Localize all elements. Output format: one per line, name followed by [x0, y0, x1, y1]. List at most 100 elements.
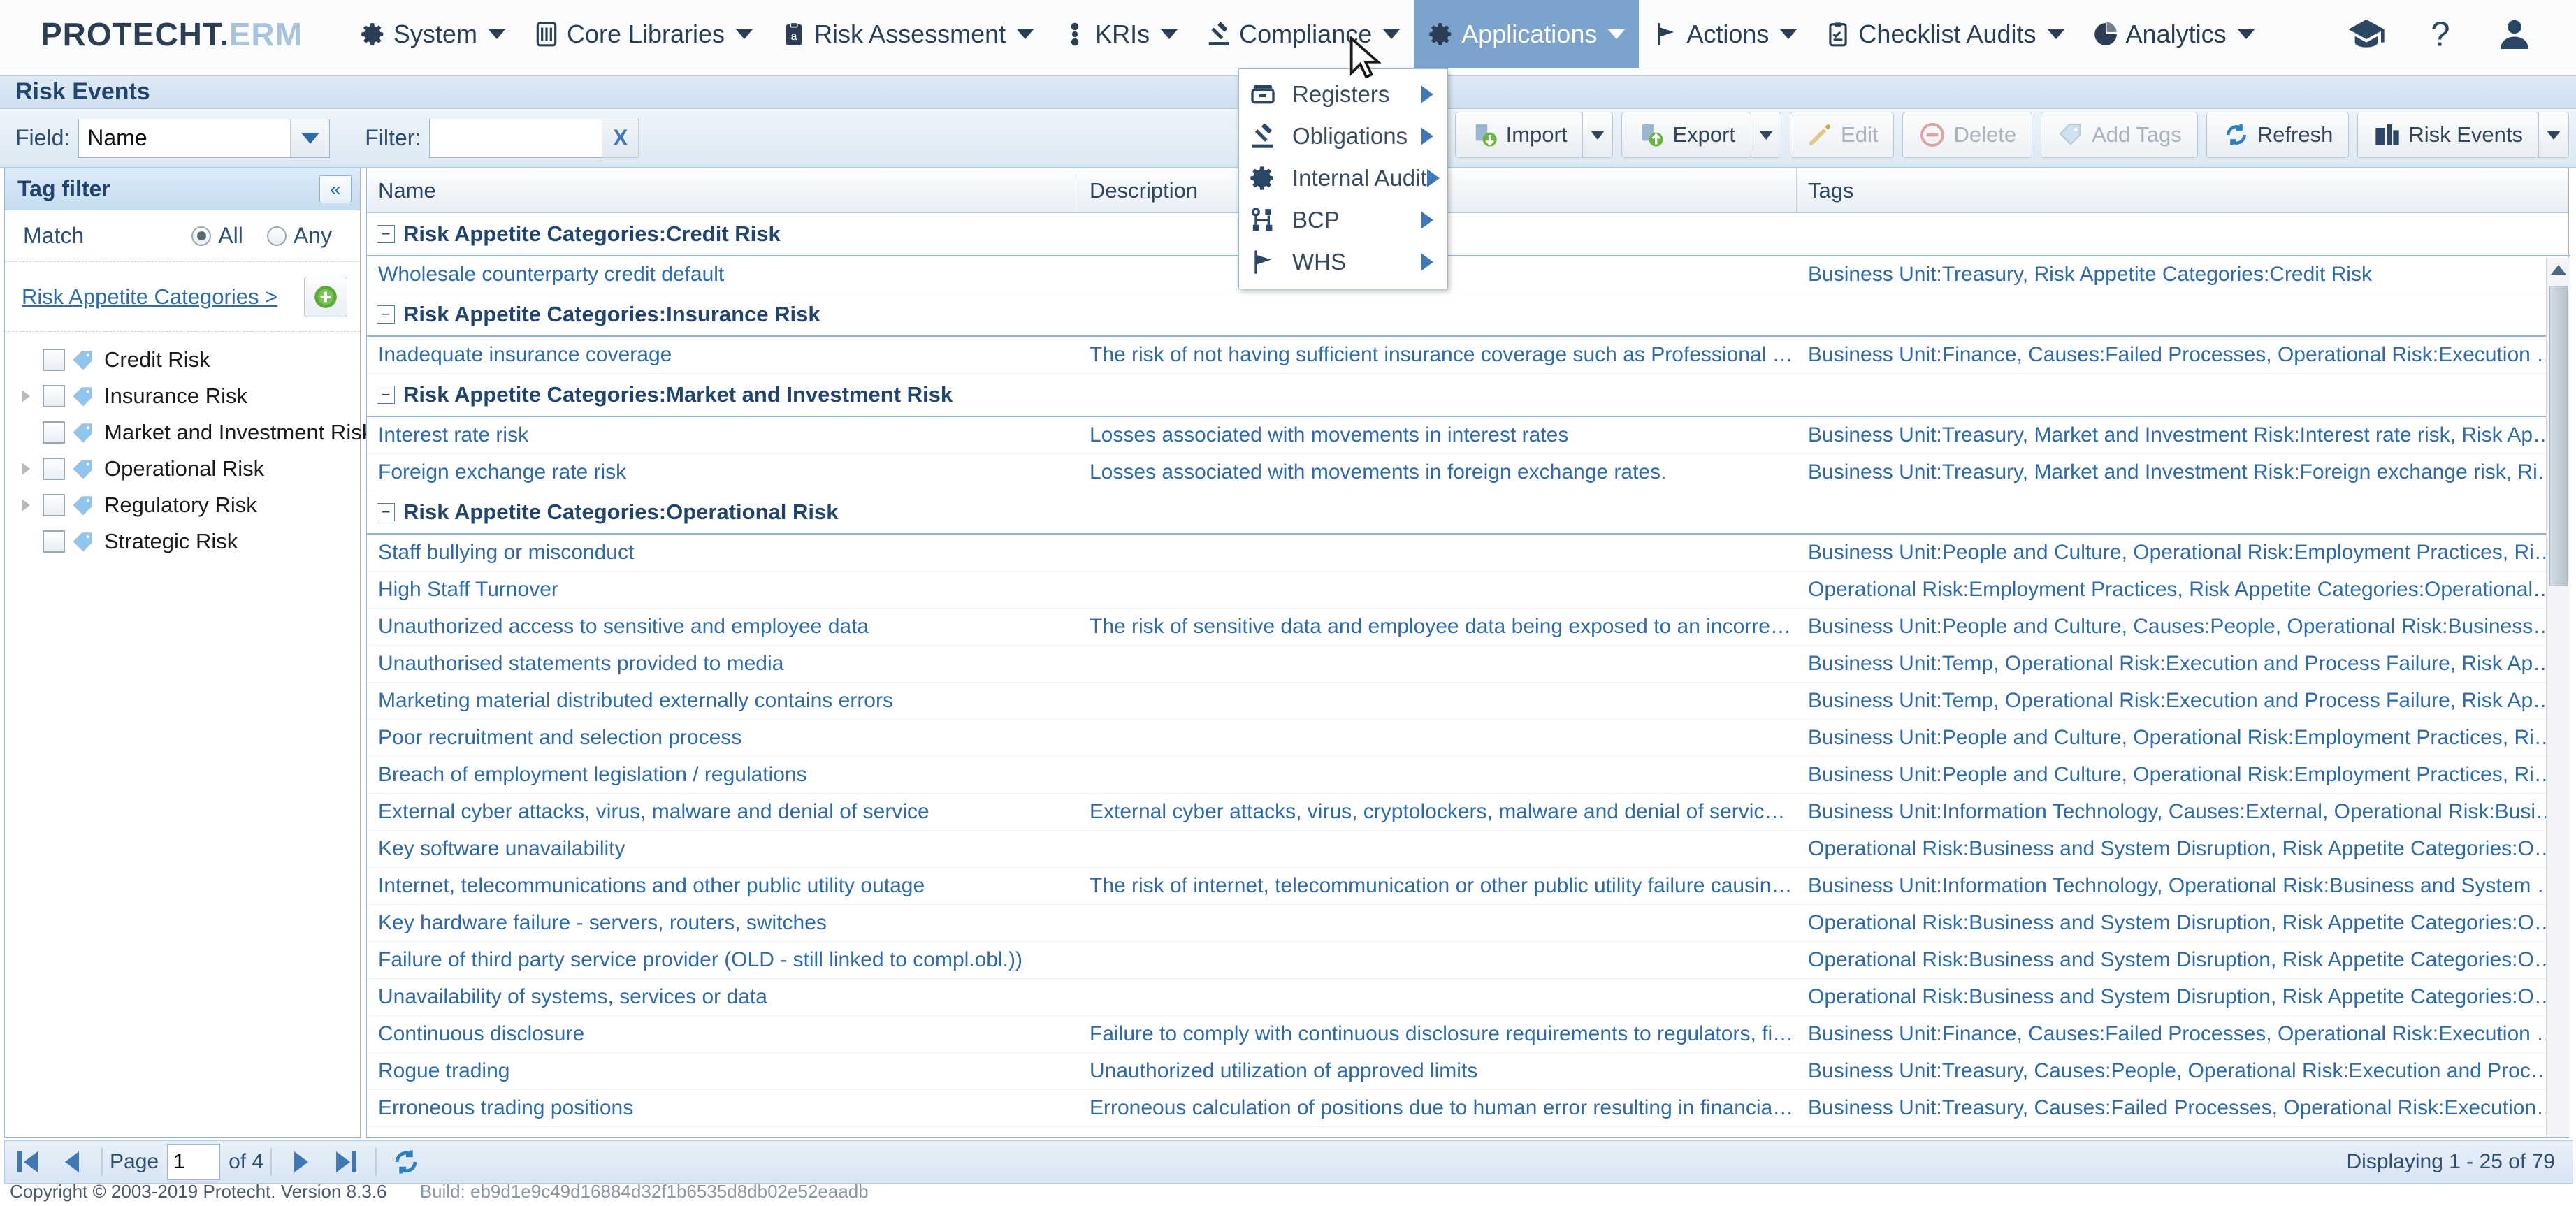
import-button[interactable]: Import	[1454, 112, 1584, 158]
nav-item-analytics[interactable]: Analytics	[2078, 0, 2269, 68]
export-button[interactable]: Export	[1621, 112, 1752, 158]
cell-name[interactable]: Erroneous trading positions	[367, 1096, 1078, 1120]
cell-name[interactable]: Unavailability of systems, services or d…	[367, 985, 1078, 1009]
cell-name[interactable]: Poor recruitment and selection process	[367, 726, 1078, 750]
chevron-down-icon[interactable]	[290, 119, 330, 157]
table-row[interactable]: Interest rate risk Losses associated with…	[367, 417, 2570, 454]
menu-item-registers[interactable]: Registers	[1239, 73, 1447, 115]
table-row[interactable]: Key hardware failure - servers, routers,…	[367, 905, 2570, 942]
table-row[interactable]: Breach of employment legislation / regul…	[367, 757, 2570, 794]
user-icon[interactable]	[2495, 15, 2534, 54]
table-row[interactable]: Unavailability of systems, services or d…	[367, 979, 2570, 1016]
table-row[interactable]: External cyber attacks, virus, malware a…	[367, 794, 2570, 831]
add-tag-button[interactable]	[304, 276, 347, 317]
table-row[interactable]: Key software unavailability Operational R…	[367, 831, 2570, 868]
tag-list-item[interactable]: Strategic Risk	[5, 523, 360, 560]
cell-name[interactable]: Unauthorized access to sensitive and emp…	[367, 615, 1078, 639]
tag-list-item[interactable]: Market and Investment Risk	[5, 414, 372, 451]
tag-list-item[interactable]: Operational Risk	[5, 451, 360, 487]
tag-list-item[interactable]: Regulatory Risk	[5, 487, 360, 523]
table-row[interactable]: Poor recruitment and selection process Bu…	[367, 720, 2570, 757]
cell-name[interactable]: Interest rate risk	[367, 423, 1078, 447]
menu-item-obligations[interactable]: Obligations	[1239, 115, 1447, 157]
tag-checkbox[interactable]	[43, 494, 65, 516]
nav-item-checklist-audits[interactable]: Checklist Audits	[1811, 0, 2078, 68]
cell-name[interactable]: External cyber attacks, virus, malware a…	[367, 800, 1078, 824]
risk-events-view-button[interactable]: Risk Events	[2357, 112, 2539, 158]
grid-group-row[interactable]: − Risk Appetite Categories:Credit Risk	[367, 213, 2570, 256]
collapse-panel-button[interactable]: «	[319, 175, 352, 203]
first-page-button[interactable]	[5, 1142, 50, 1182]
table-row[interactable]: Continuous disclosure Failure to comply w…	[367, 1016, 2570, 1053]
tag-checkbox[interactable]	[43, 458, 65, 480]
nav-item-risk-assessment[interactable]: a Risk Assessment	[767, 0, 1048, 68]
cell-name[interactable]: Breach of employment legislation / regul…	[367, 763, 1078, 787]
scrollbar-thumb[interactable]	[2549, 286, 2568, 586]
cell-name[interactable]: Key software unavailability	[367, 837, 1078, 861]
grid-group-row[interactable]: − Risk Appetite Categories:Market and Inv…	[367, 374, 2570, 417]
cell-name[interactable]: Rogue trading	[367, 1059, 1078, 1083]
scroll-up-arrow-icon[interactable]	[2547, 258, 2570, 282]
expander-icon[interactable]	[22, 458, 43, 479]
table-row[interactable]: Erroneous trading positions Erroneous cal…	[367, 1090, 2570, 1127]
menu-item-internal-audit[interactable]: Internal Audit	[1239, 157, 1447, 199]
risk-events-split-caret[interactable]	[2538, 112, 2569, 158]
cell-name[interactable]: Wholesale counterparty credit default	[367, 263, 1078, 286]
table-row[interactable]: Unauthorized access to sensitive and emp…	[367, 609, 2570, 646]
cell-name[interactable]: Unauthorised statements provided to medi…	[367, 652, 1078, 676]
cell-name[interactable]: Internet, telecommunications and other p…	[367, 874, 1078, 898]
tag-checkbox[interactable]	[43, 421, 65, 444]
last-page-button[interactable]	[324, 1142, 368, 1182]
radio-match-any[interactable]: Any	[266, 223, 332, 249]
column-header-tags[interactable]: Tags	[1797, 168, 2568, 212]
collapse-group-icon[interactable]: −	[377, 305, 395, 324]
grid-group-row[interactable]: − Risk Appetite Categories:Operational Ri…	[367, 491, 2570, 535]
delete-button[interactable]: Delete	[1902, 112, 2033, 158]
tag-checkbox[interactable]	[43, 349, 65, 371]
nav-item-core-libraries[interactable]: Core Libraries	[519, 0, 767, 68]
table-row[interactable]: Internet, telecommunications and other p…	[367, 868, 2570, 905]
nav-item-system[interactable]: System	[346, 0, 519, 68]
cell-name[interactable]: High Staff Turnover	[367, 578, 1078, 602]
expander-icon[interactable]	[22, 386, 43, 407]
collapse-group-icon[interactable]: −	[377, 503, 395, 521]
tag-checkbox[interactable]	[43, 530, 65, 553]
table-row[interactable]: Failure of third party service provider …	[367, 942, 2570, 979]
cell-name[interactable]: Foreign exchange rate risk	[367, 460, 1078, 484]
menu-item-whs[interactable]: WHS	[1239, 241, 1447, 283]
column-header-name[interactable]: Name	[367, 168, 1078, 212]
graduation-cap-icon[interactable]	[2347, 15, 2386, 54]
export-split-caret[interactable]	[1751, 112, 1782, 158]
cell-name[interactable]: Staff bullying or misconduct	[367, 541, 1078, 565]
table-row[interactable]: Wholesale counterparty credit default Bus…	[367, 256, 2570, 293]
field-select[interactable]: Name	[78, 118, 331, 158]
tag-list-item[interactable]: Insurance Risk	[5, 378, 360, 414]
table-row[interactable]: Marketing material distributed externall…	[367, 683, 2570, 720]
collapse-group-icon[interactable]: −	[377, 225, 395, 243]
cell-name[interactable]: Continuous disclosure	[367, 1022, 1078, 1046]
nav-item-kris[interactable]: KRIs	[1048, 0, 1192, 68]
edit-button[interactable]: Edit	[1790, 112, 1895, 158]
nav-item-applications[interactable]: Applications	[1414, 0, 1640, 68]
previous-page-button[interactable]	[50, 1142, 94, 1182]
add-tags-button[interactable]: Add Tags	[2041, 112, 2198, 158]
tag-list-item[interactable]: Credit Risk	[5, 342, 360, 378]
radio-match-all[interactable]: All	[191, 223, 243, 249]
cell-name[interactable]: Key hardware failure - servers, routers,…	[367, 911, 1078, 935]
page-number-input[interactable]	[167, 1144, 221, 1180]
expander-icon[interactable]	[22, 495, 43, 516]
table-row[interactable]: Foreign exchange rate risk Losses associa…	[367, 454, 2570, 491]
menu-item-bcp[interactable]: BCP	[1239, 199, 1447, 241]
table-row[interactable]: High Staff Turnover Operational Risk:Empl…	[367, 572, 2570, 609]
table-row[interactable]: Inadequate insurance coverage The risk of…	[367, 337, 2570, 374]
category-breadcrumb-link[interactable]: Risk Appetite Categories >	[22, 284, 277, 310]
cell-name[interactable]: Marketing material distributed externall…	[367, 689, 1078, 713]
table-row[interactable]: Staff bullying or misconduct Business Uni…	[367, 535, 2570, 572]
help-icon[interactable]: ?	[2421, 15, 2460, 54]
grid-group-row[interactable]: − Risk Appetite Categories:Insurance Risk	[367, 293, 2570, 337]
filter-input[interactable]	[429, 118, 603, 158]
vertical-scrollbar[interactable]	[2546, 258, 2570, 1137]
table-row[interactable]: Unauthorised statements provided to medi…	[367, 646, 2570, 683]
refresh-button[interactable]: Refresh	[2206, 112, 2350, 158]
pager-refresh-button[interactable]	[384, 1142, 428, 1182]
